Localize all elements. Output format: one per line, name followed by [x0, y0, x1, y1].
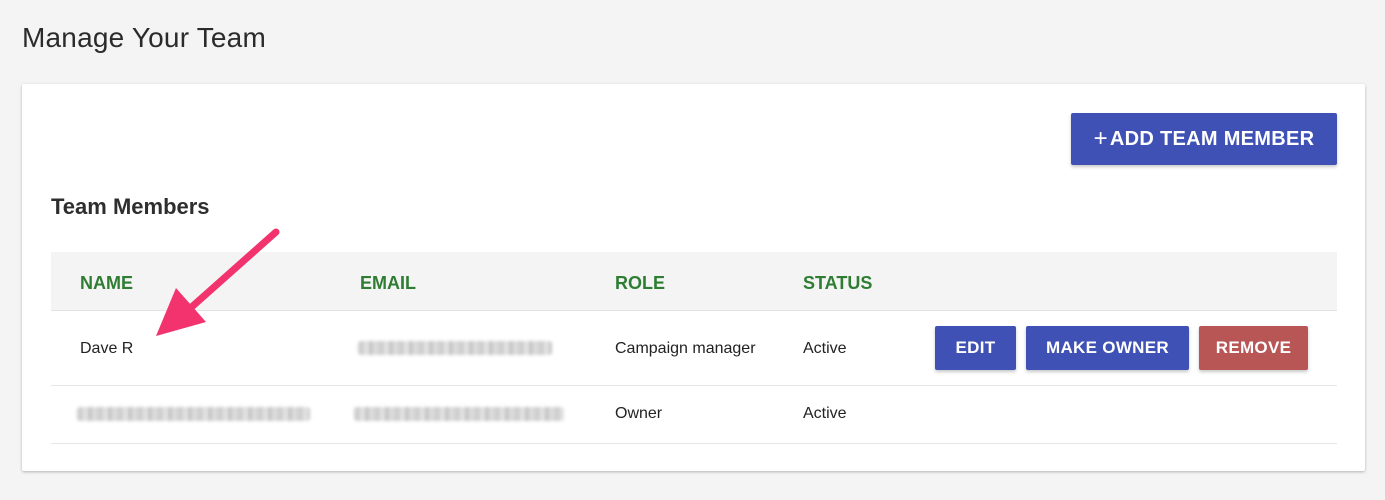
- column-header-status: STATUS: [803, 273, 873, 293]
- edit-button[interactable]: EDIT: [935, 326, 1016, 370]
- redacted-name: [77, 407, 310, 421]
- table-header: NAME EMAIL ROLE STATUS: [51, 252, 1337, 311]
- member-role: Owner: [615, 405, 663, 422]
- member-role: Campaign manager: [615, 340, 756, 357]
- redacted-email: [358, 341, 552, 355]
- team-card: + ADD TEAM MEMBER Team Members NAME EMAI…: [22, 84, 1365, 471]
- make-owner-button[interactable]: MAKE OWNER: [1026, 326, 1189, 370]
- page-title: Manage Your Team: [22, 22, 266, 53]
- add-team-member-button[interactable]: + ADD TEAM MEMBER: [1071, 113, 1337, 165]
- column-header-role: ROLE: [615, 273, 666, 293]
- column-header-email: EMAIL: [360, 273, 416, 293]
- plus-icon: +: [1093, 125, 1108, 152]
- table-row: Owner Active: [51, 386, 1337, 444]
- remove-button[interactable]: REMOVE: [1199, 326, 1308, 370]
- member-name: Dave R: [80, 340, 134, 357]
- member-status: Active: [803, 340, 847, 357]
- member-status: Active: [803, 405, 847, 422]
- column-header-name: NAME: [80, 273, 133, 293]
- add-team-member-label: ADD TEAM MEMBER: [1109, 127, 1315, 150]
- team-members-table: NAME EMAIL ROLE STATUS Dave R Campaign m…: [51, 252, 1337, 444]
- redacted-email: [354, 407, 564, 421]
- table-row: Dave R Campaign manager Active EDIT MAKE…: [51, 311, 1337, 386]
- section-title: Team Members: [51, 194, 210, 219]
